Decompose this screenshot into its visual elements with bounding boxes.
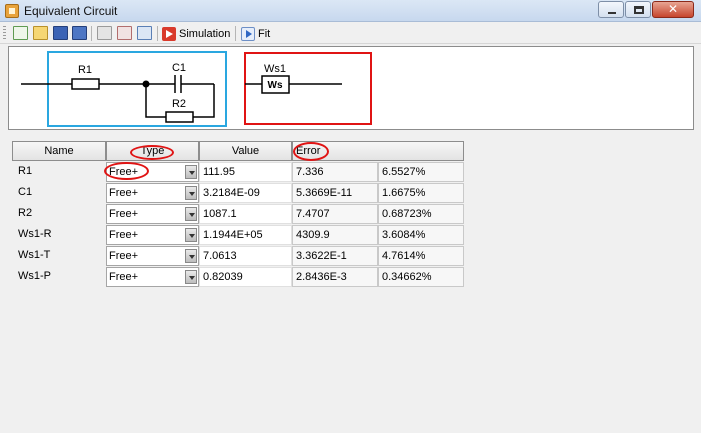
open-folder-icon[interactable] <box>33 26 48 40</box>
type-select-value: Free+ <box>109 166 139 178</box>
save-icon[interactable] <box>53 26 68 40</box>
toolbar-grip[interactable] <box>3 26 6 41</box>
copy-icon[interactable] <box>117 26 132 40</box>
wire <box>145 84 166 118</box>
window-title: Equivalent Circuit <box>24 4 118 18</box>
circuit-diagram: R1 C1 R2 Ws Ws1 <box>21 51 372 127</box>
param-name: C1 <box>18 186 33 198</box>
toolbar: Simulation Fit <box>0 23 701 44</box>
toolbar-separator <box>91 26 92 41</box>
simulation-label: Simulation <box>179 27 231 40</box>
type-select[interactable]: Free+ <box>106 246 199 266</box>
r1-label: R1 <box>78 64 92 76</box>
error-percent: 0.68723% <box>378 204 464 224</box>
type-select-value: Free+ <box>109 187 139 199</box>
error-percent: 4.7614% <box>378 246 464 266</box>
minimize-icon <box>608 12 616 14</box>
app-icon <box>5 4 19 18</box>
dropdown-arrow-icon[interactable] <box>185 165 197 179</box>
value-field[interactable]: 0.82039 <box>199 267 292 287</box>
value-field[interactable]: 111.95 <box>199 162 292 182</box>
header-name[interactable]: Name <box>12 141 106 161</box>
error-percent: 3.6084% <box>378 225 464 245</box>
fit-label: Fit <box>258 27 271 40</box>
toolbar-separator <box>235 26 236 41</box>
r2-label: R2 <box>172 98 186 110</box>
new-icon[interactable] <box>13 26 28 40</box>
type-select-value: Free+ <box>109 250 139 262</box>
type-select[interactable]: Free+ <box>106 204 199 224</box>
close-button[interactable]: ✕ <box>652 1 694 18</box>
dropdown-arrow-icon[interactable] <box>185 186 197 200</box>
error-percent: 0.34662% <box>378 267 464 287</box>
title-bar: Equivalent Circuit ✕ <box>0 0 701 22</box>
dropdown-arrow-icon[interactable] <box>185 249 197 263</box>
ws1-label: Ws1 <box>264 63 286 75</box>
header-value[interactable]: Value <box>199 141 292 161</box>
value-field[interactable]: 1087.1 <box>199 204 292 224</box>
r1-resistor[interactable] <box>71 78 100 90</box>
type-select[interactable]: Free+ <box>106 162 199 182</box>
value-field[interactable]: 7.0613 <box>199 246 292 266</box>
error-value: 5.3669E-11 <box>292 183 378 203</box>
play-icon <box>162 26 176 41</box>
close-icon: ✕ <box>667 2 679 16</box>
maximize-button[interactable] <box>625 1 651 18</box>
error-value: 4309.9 <box>292 225 378 245</box>
type-select[interactable]: Free+ <box>106 225 199 245</box>
toolbar-separator <box>157 26 158 41</box>
window-controls: ✕ <box>597 1 694 18</box>
param-name: R2 <box>18 207 33 219</box>
type-select-value: Free+ <box>109 229 139 241</box>
simulation-button[interactable]: Simulation <box>162 25 230 42</box>
value-field[interactable]: 3.2184E-09 <box>199 183 292 203</box>
dropdown-arrow-icon[interactable] <box>185 270 197 284</box>
cut-icon[interactable] <box>97 26 112 40</box>
save-as-icon[interactable] <box>72 26 87 40</box>
type-select-value: Free+ <box>109 208 139 220</box>
error-value: 2.8436E-3 <box>292 267 378 287</box>
param-name: Ws1-R <box>18 228 52 240</box>
header-type[interactable]: Type <box>106 141 199 161</box>
c1-label: C1 <box>172 62 186 74</box>
fit-button[interactable]: Fit <box>241 25 270 42</box>
r2-resistor[interactable] <box>165 111 194 123</box>
param-name: R1 <box>18 165 33 177</box>
type-select[interactable]: Free+ <box>106 267 199 287</box>
ws-box-label: Ws <box>268 80 283 91</box>
error-percent: 1.6675% <box>378 183 464 203</box>
minimize-button[interactable] <box>598 1 624 18</box>
dropdown-arrow-icon[interactable] <box>185 207 197 221</box>
circuit-canvas[interactable]: R1 C1 R2 Ws Ws1 <box>8 46 694 130</box>
paste-icon[interactable] <box>137 26 152 40</box>
error-value: 3.3622E-1 <box>292 246 378 266</box>
maximize-icon <box>634 6 644 14</box>
error-value: 7.4707 <box>292 204 378 224</box>
param-name: Ws1-T <box>18 249 51 261</box>
error-value: 7.336 <box>292 162 378 182</box>
header-error[interactable]: Error <box>292 141 464 161</box>
type-select-value: Free+ <box>109 271 139 283</box>
wire <box>193 84 215 118</box>
error-percent: 6.5527% <box>378 162 464 182</box>
value-field[interactable]: 1.1944E+05 <box>199 225 292 245</box>
fit-icon <box>241 26 255 41</box>
type-select[interactable]: Free+ <box>106 183 199 203</box>
param-name: Ws1-P <box>18 270 51 282</box>
dropdown-arrow-icon[interactable] <box>185 228 197 242</box>
